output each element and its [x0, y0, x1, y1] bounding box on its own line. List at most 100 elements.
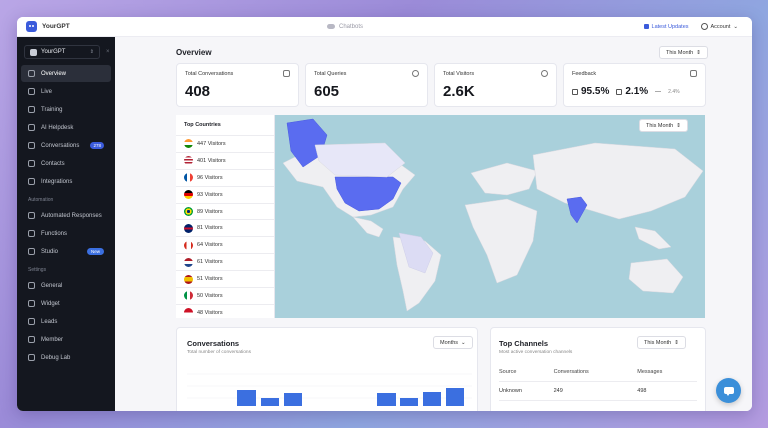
- sidebar-item-integrations[interactable]: Integrations: [21, 173, 111, 190]
- workspace-selector[interactable]: YourGPT ⇕: [24, 45, 100, 59]
- conversations-chart: [187, 373, 472, 406]
- chat-widget-button[interactable]: [716, 378, 741, 403]
- sidebar-item-studio[interactable]: Studio New: [21, 243, 111, 260]
- brand[interactable]: YourGPT: [17, 21, 137, 32]
- chatbots-tab[interactable]: Chatbots: [327, 24, 363, 30]
- chat-icon: [28, 142, 35, 149]
- list-item[interactable]: 64 Visitors: [176, 236, 274, 253]
- stat-card-visitors: Total Visitors 2.6K: [434, 63, 557, 107]
- channels-period-value: This Month: [644, 339, 672, 346]
- sidebar-item-label: Debug Lab: [41, 354, 71, 361]
- top-channels-title: Top Channels: [499, 339, 549, 348]
- account-menu[interactable]: Account ⌄: [700, 23, 738, 30]
- sidebar-item-ai-helpdesk[interactable]: AI Helpdesk: [21, 119, 111, 136]
- list-item[interactable]: 48 Visitors: [176, 303, 274, 321]
- app-window: YourGPT Chatbots Latest Updates Account …: [17, 17, 752, 411]
- sidebar-item-label: Integrations: [41, 178, 73, 185]
- latest-updates-button[interactable]: Latest Updates: [643, 23, 689, 30]
- visitor-count: 96 Visitors: [197, 174, 223, 181]
- usa-flag-icon: [184, 156, 193, 166]
- sidebar-item-label: General: [41, 282, 63, 289]
- uk-flag-icon: [184, 223, 193, 233]
- bot-icon: [30, 48, 37, 56]
- sidebar-item-label: Live: [41, 88, 53, 95]
- nav-automation: Automated Responses Functions Studio New: [17, 207, 115, 260]
- leads-icon: [28, 318, 35, 325]
- nav-settings: General Widget Leads Member Debug Lab: [17, 277, 115, 366]
- sidebar-item-widget[interactable]: Widget: [21, 295, 111, 312]
- list-item[interactable]: 51 Visitors: [176, 270, 274, 287]
- table-row[interactable]: Unknown 249 498: [499, 381, 697, 401]
- column-header: Messages: [637, 366, 697, 382]
- messages-cell: 498: [637, 381, 697, 401]
- book-icon: [28, 106, 35, 113]
- sidebar-item-label: AI Helpdesk: [41, 124, 74, 131]
- list-item[interactable]: 447 Visitors: [176, 135, 274, 152]
- sidebar-item-label: Overview: [41, 70, 67, 77]
- germany-flag-icon: [184, 190, 193, 200]
- feedback-positive: 95.5%: [581, 86, 610, 97]
- countries-period-value: This Month: [646, 122, 674, 129]
- visitor-count: 48 Visitors: [197, 309, 223, 316]
- stat-label: Total Visitors: [443, 71, 475, 77]
- list-item[interactable]: 81 Visitors: [176, 219, 274, 236]
- latest-updates-label: Latest Updates: [651, 23, 689, 30]
- question-icon: [412, 70, 419, 77]
- world-map[interactable]: This Month ⇕: [275, 115, 705, 318]
- sidebar-item-automated-responses[interactable]: Automated Responses: [21, 207, 111, 224]
- sidebar-item-overview[interactable]: Overview: [21, 65, 111, 82]
- list-item[interactable]: 401 Visitors: [176, 151, 274, 169]
- cloud-icon: [327, 24, 335, 29]
- chart-bar: [237, 390, 256, 406]
- list-item[interactable]: 93 Visitors: [176, 185, 274, 203]
- sidebar-item-label: Training: [41, 106, 63, 113]
- visitor-count: 51 Visitors: [197, 276, 223, 283]
- list-item[interactable]: 96 Visitors: [176, 168, 274, 186]
- close-sidebar-icon[interactable]: ×: [106, 49, 110, 55]
- sidebar-item-label: Contacts: [41, 160, 65, 167]
- column-header: Source: [499, 366, 554, 382]
- integrations-icon: [28, 178, 35, 185]
- table-header-row: Source Conversations Messages: [499, 366, 697, 382]
- brand-name: YourGPT: [42, 23, 70, 30]
- country-list: 447 Visitors 401 Visitors 96 Visitors 93 Vi…: [176, 135, 274, 321]
- chart-bar: [261, 398, 279, 406]
- sidebar-item-contacts[interactable]: Contacts: [21, 155, 111, 172]
- stat-label: Feedback: [572, 71, 597, 77]
- account-label: Account: [710, 23, 731, 30]
- stat-label: Total Queries: [314, 71, 347, 77]
- list-item[interactable]: 89 Visitors: [176, 202, 274, 220]
- message-icon: [283, 70, 290, 77]
- column-header: Conversations: [553, 366, 638, 382]
- sidebar-item-member[interactable]: Member: [21, 331, 111, 348]
- top-bar: YourGPT Chatbots Latest Updates Account …: [17, 17, 752, 37]
- countries-period-select[interactable]: This Month ⇕: [639, 119, 688, 132]
- sidebar-item-functions[interactable]: Functions: [21, 225, 111, 242]
- stat-value: 2.6K: [443, 83, 475, 100]
- stat-card-queries: Total Queries 605: [305, 63, 428, 107]
- sidebar-item-label: Member: [41, 336, 64, 343]
- list-item[interactable]: 50 Visitors: [176, 287, 274, 304]
- sidebar-item-training[interactable]: Training: [21, 101, 111, 118]
- workspace-name: YourGPT: [41, 49, 66, 55]
- stat-value: 605: [314, 83, 340, 100]
- contacts-icon: [28, 160, 35, 167]
- grid-icon: [28, 70, 35, 77]
- overview-period-select[interactable]: This Month ⇕: [659, 46, 708, 59]
- stat-card-conversations: Total Conversations 408: [176, 63, 299, 107]
- chevron-down-icon: ⌄: [733, 23, 738, 30]
- chart-bar: [446, 388, 464, 406]
- spain-flag-icon: [184, 274, 193, 284]
- sidebar-item-leads[interactable]: Leads: [21, 313, 111, 330]
- list-item[interactable]: 61 Visitors: [176, 253, 274, 270]
- sidebar-item-live[interactable]: Live: [21, 83, 111, 100]
- conversations-period-select[interactable]: Months ⌄: [433, 336, 473, 349]
- france-flag-icon: [184, 173, 193, 183]
- users-icon: [541, 70, 548, 77]
- sidebar-item-general[interactable]: General: [21, 277, 111, 294]
- sidebar-item-debug-lab[interactable]: Debug Lab: [21, 349, 111, 366]
- sidebar-item-conversations[interactable]: Conversations 278: [21, 137, 111, 154]
- visitor-count: 401 Visitors: [197, 157, 226, 164]
- visitor-count: 447 Visitors: [197, 140, 226, 147]
- channels-period-select[interactable]: This Month ⇕: [637, 336, 686, 349]
